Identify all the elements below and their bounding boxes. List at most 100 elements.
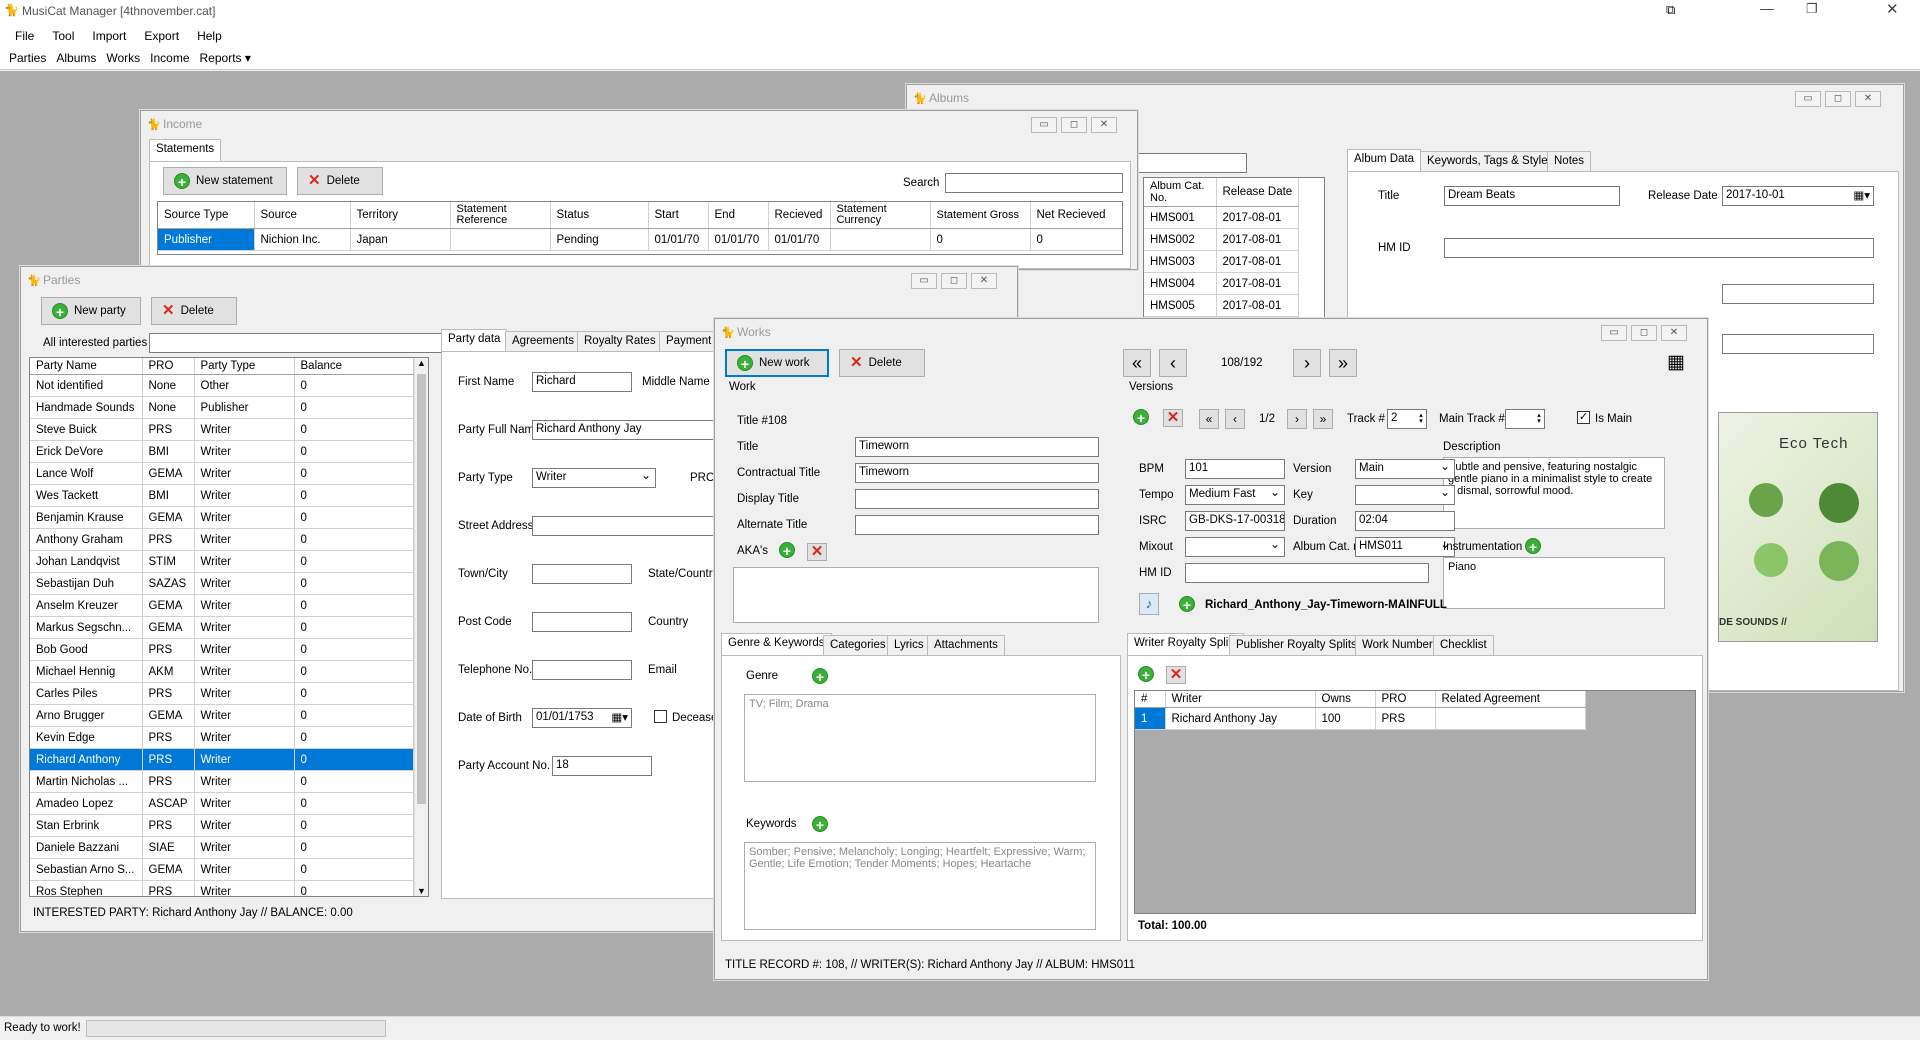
tab-royalty-rates[interactable]: Royalty Rates xyxy=(577,331,663,351)
col-statement-ref[interactable]: Statement Reference xyxy=(450,202,551,229)
town-input[interactable] xyxy=(532,564,632,584)
col-party-type[interactable]: Party Type xyxy=(194,358,295,375)
menu-tool[interactable]: Tool xyxy=(43,25,83,47)
parties-minimize-button[interactable]: ▭ xyxy=(911,273,937,289)
tab-notes[interactable]: Notes xyxy=(1547,151,1592,171)
col-balance[interactable]: Balance xyxy=(294,358,414,375)
last-record-button[interactable]: » xyxy=(1329,349,1357,377)
col-source-type[interactable]: Source Type xyxy=(158,202,255,229)
display-title-input[interactable] xyxy=(855,489,1099,509)
album-cat-select[interactable]: HMS011 xyxy=(1355,537,1455,557)
first-record-button[interactable]: « xyxy=(1123,349,1151,377)
toolbar-income[interactable]: Income xyxy=(145,49,194,67)
tab-checklist[interactable]: Checklist xyxy=(1433,635,1494,655)
account-no-input[interactable]: 18 xyxy=(552,756,652,776)
table-row[interactable]: Benjamin Krause GEMA Writer 0 xyxy=(30,506,414,529)
table-row[interactable]: Wes Tackett BMI Writer 0 xyxy=(30,484,414,507)
col-start[interactable]: Start xyxy=(648,202,709,229)
col-gross[interactable]: Statement Gross xyxy=(930,202,1031,229)
bpm-input[interactable]: 101 xyxy=(1185,459,1285,479)
albums-maximize-button[interactable]: ◻ xyxy=(1825,91,1851,107)
writer-splits-grid[interactable]: # Writer Owns PRO Related Agreement 1 Ri… xyxy=(1134,690,1696,914)
tab-writer-splits[interactable]: Writer Royalty Splits xyxy=(1127,633,1245,655)
toolbar-works[interactable]: Works xyxy=(101,49,145,67)
table-row[interactable]: Michael Hennig AKM Writer 0 xyxy=(30,660,414,683)
col-pro[interactable]: PRO xyxy=(142,358,195,375)
instrumentation-textarea[interactable]: Piano xyxy=(1443,557,1665,609)
key-select[interactable] xyxy=(1355,485,1455,505)
party-type-select[interactable]: Writer xyxy=(532,468,656,488)
statement-search-input[interactable] xyxy=(945,173,1123,193)
income-maximize-button[interactable]: ◻ xyxy=(1061,117,1087,133)
table-row[interactable]: Publisher Nichion Inc. Japan Pending 01/… xyxy=(158,228,1122,251)
col-album-cat[interactable]: Album Cat. No. xyxy=(1144,178,1217,207)
deceased-checkbox[interactable] xyxy=(654,710,667,723)
table-row[interactable]: 1 Richard Anthony Jay 100 PRS xyxy=(1135,707,1586,730)
delete-work-button[interactable]: ✕ Delete xyxy=(839,349,925,377)
toolbar-parties[interactable]: Parties xyxy=(4,49,51,67)
menu-import[interactable]: Import xyxy=(83,25,135,47)
new-party-button[interactable]: + New party xyxy=(41,297,141,325)
menu-export[interactable]: Export xyxy=(135,25,188,47)
table-row[interactable]: Johan Landqvist STIM Writer 0 xyxy=(30,550,414,573)
col-recieved[interactable]: Recieved xyxy=(768,202,831,229)
table-row[interactable]: Markus Segschn... GEMA Writer 0 xyxy=(30,616,414,639)
version-select[interactable]: Main xyxy=(1355,459,1455,479)
col-currency[interactable]: Statement Currency xyxy=(830,202,931,229)
remove-aka-icon[interactable]: ✕ xyxy=(807,543,827,561)
table-row[interactable]: HMS002 2017-08-01 xyxy=(1144,228,1300,251)
table-row[interactable]: HMS004 2017-08-01 xyxy=(1144,272,1300,295)
col-status[interactable]: Status xyxy=(550,202,649,229)
add-split-icon[interactable]: + xyxy=(1138,666,1154,683)
works-maximize-button[interactable]: ◻ xyxy=(1631,325,1657,341)
table-row[interactable]: Daniele Bazzani SIAE Writer 0 xyxy=(30,836,414,859)
col-split-pro[interactable]: PRO xyxy=(1375,691,1436,708)
table-row[interactable]: Arno Brugger GEMA Writer 0 xyxy=(30,704,414,727)
col-net-recieved[interactable]: Net Recieved xyxy=(1030,202,1122,229)
table-row[interactable]: Ros Stephen PRS Writer 0 xyxy=(30,880,414,896)
grid-view-icon[interactable]: ▦ xyxy=(1667,353,1691,375)
parties-grid[interactable]: Party Name PRO Party Type Balance Not id… xyxy=(29,357,429,897)
table-row[interactable]: HMS001 2017-08-01 xyxy=(1144,206,1300,229)
table-row[interactable]: Richard Anthony PRS Writer 0 xyxy=(30,748,414,771)
remove-split-icon[interactable]: ✕ xyxy=(1166,666,1186,684)
audio-file-icon[interactable]: ♪ xyxy=(1139,593,1159,615)
col-source[interactable]: Source xyxy=(254,202,351,229)
parties-close-button[interactable]: ✕ xyxy=(971,273,997,289)
works-close-button[interactable]: ✕ xyxy=(1661,325,1687,341)
add-version-icon[interactable]: + xyxy=(1133,409,1149,426)
table-row[interactable]: HMS005 2017-08-01 xyxy=(1144,294,1300,317)
mixout-select[interactable] xyxy=(1185,537,1285,557)
prev-version-button[interactable]: ‹ xyxy=(1225,409,1245,429)
toolbar-albums[interactable]: Albums xyxy=(51,49,101,67)
toolbar-reports[interactable]: Reports ▾ xyxy=(195,49,256,67)
add-instrument-icon[interactable]: + xyxy=(1525,538,1541,555)
is-main-checkbox[interactable]: ✓ xyxy=(1577,411,1590,424)
first-version-button[interactable]: « xyxy=(1199,409,1219,429)
col-writer[interactable]: Writer xyxy=(1165,691,1316,708)
works-minimize-button[interactable]: ▭ xyxy=(1601,325,1627,341)
tab-keywords-tags[interactable]: Keywords, Tags & Styles xyxy=(1420,151,1561,171)
last-version-button[interactable]: » xyxy=(1313,409,1333,429)
tab-statements[interactable]: Statements xyxy=(149,139,222,161)
table-row[interactable]: Handmade Sounds None Publisher 0 xyxy=(30,396,414,419)
table-row[interactable]: Lance Wolf GEMA Writer 0 xyxy=(30,462,414,485)
isrc-input[interactable]: GB-DKS-17-00318 xyxy=(1185,511,1285,531)
add-aka-icon[interactable]: + xyxy=(779,542,795,559)
restore-icon[interactable]: ❐ xyxy=(1806,1,1818,17)
tab-lyrics[interactable]: Lyrics xyxy=(887,635,931,655)
table-row[interactable]: Not identified None Other 0 xyxy=(30,374,414,397)
table-row[interactable]: Anselm Kreuzer GEMA Writer 0 xyxy=(30,594,414,617)
new-statement-button[interactable]: + New statement xyxy=(163,167,287,195)
tab-genre-keywords[interactable]: Genre & Keywords xyxy=(721,633,832,655)
scroll-thumb[interactable] xyxy=(417,374,426,804)
scroll-down-icon[interactable]: ▼ xyxy=(417,886,426,896)
add-keyword-icon[interactable]: + xyxy=(812,816,828,833)
add-genre-icon[interactable]: + xyxy=(812,668,828,685)
tab-work-numbers[interactable]: Work Numbers xyxy=(1355,635,1446,655)
table-row[interactable]: Anthony Graham PRS Writer 0 xyxy=(30,528,414,551)
telephone-input[interactable] xyxy=(532,660,632,680)
party-filter-input[interactable] xyxy=(149,333,445,353)
table-row[interactable]: Sebastian Arno S... GEMA Writer 0 xyxy=(30,858,414,881)
tab-categories[interactable]: Categories xyxy=(823,635,893,655)
